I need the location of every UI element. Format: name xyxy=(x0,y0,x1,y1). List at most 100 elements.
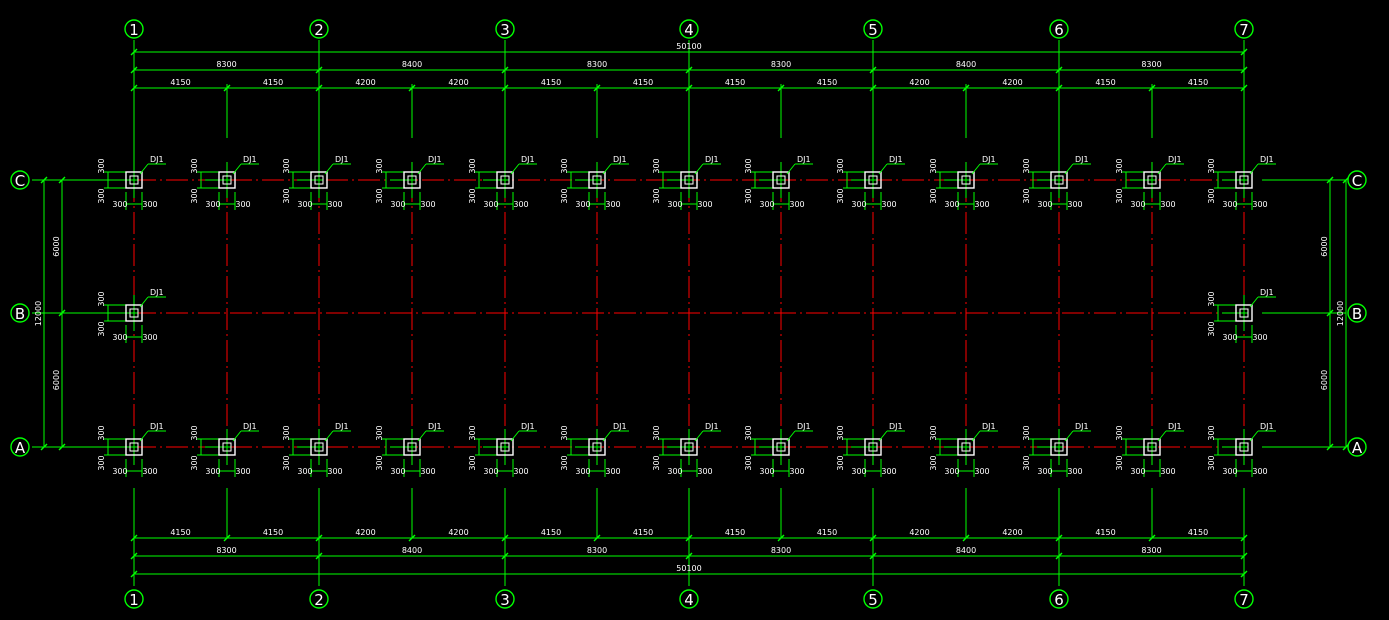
grid-bubble: 1 xyxy=(124,19,144,39)
footing-offset-label: 300 xyxy=(1207,188,1216,203)
footing-offset-label: 300 xyxy=(1115,158,1124,173)
footing-offset-label: 300 xyxy=(1207,455,1216,470)
grid-bubble-label: 4 xyxy=(684,591,694,609)
depth-span-label: 6000 xyxy=(52,236,61,256)
dimension-label: 4200 xyxy=(1002,78,1022,87)
grid-bubble-label: 6 xyxy=(1054,591,1064,609)
footing-offset-label: 300 xyxy=(112,200,127,209)
column-tag-leader xyxy=(1064,430,1074,442)
footing-column: DJ1 300 300 300 300 xyxy=(1022,422,1091,477)
grid-bubble-label: 4 xyxy=(684,21,694,39)
footing-offset-label: 300 xyxy=(468,188,477,203)
dimension-label: 8300 xyxy=(771,546,791,555)
footing-offset-label: 300 xyxy=(697,467,712,476)
footing-column: DJ1 300 300 300 300 xyxy=(929,422,998,477)
footing-offset-label: 300 xyxy=(744,455,753,470)
footing-column: DJ1 300 300 300 300 xyxy=(836,155,905,210)
grid-bubble-label: 2 xyxy=(314,21,324,39)
column-tag-leader xyxy=(1249,296,1259,308)
grid-bubble-label: A xyxy=(1352,439,1363,457)
footing-column: DJ1 300 300 300 300 xyxy=(468,422,537,477)
column-tag-label: DJ1 xyxy=(428,422,442,431)
column-tag-leader xyxy=(971,430,981,442)
column-tag-label: DJ1 xyxy=(889,422,903,431)
grid-bubble: C xyxy=(10,170,30,190)
footing-offset-label: 300 xyxy=(652,188,661,203)
column-tag-label: DJ1 xyxy=(982,422,996,431)
dimension-label: 4150 xyxy=(817,528,837,537)
column-tag-leader xyxy=(324,430,334,442)
footing-offset-label: 300 xyxy=(1115,455,1124,470)
footing-offset-label: 300 xyxy=(97,425,106,440)
dimension-label: 4150 xyxy=(1188,528,1208,537)
overall-depth-label: 12000 xyxy=(34,301,43,326)
footing-column: DJ1 300 300 300 300 xyxy=(744,155,813,210)
footing-offset-label: 300 xyxy=(1222,333,1237,342)
overall-length-label: 50100 xyxy=(676,564,701,573)
footing-offset-label: 300 xyxy=(205,200,220,209)
footing-offset-label: 300 xyxy=(97,188,106,203)
footing-offset-label: 300 xyxy=(282,425,291,440)
footing-offset-label: 300 xyxy=(929,455,938,470)
footing-offset-label: 300 xyxy=(759,200,774,209)
footing-offset-label: 300 xyxy=(944,200,959,209)
footing-offset-label: 300 xyxy=(390,200,405,209)
footing-offset-label: 300 xyxy=(513,200,528,209)
grid-bubble-label: 2 xyxy=(314,591,324,609)
grid-bubble-label: 3 xyxy=(500,591,510,609)
footing-offset-label: 300 xyxy=(667,200,682,209)
column-tag-label: DJ1 xyxy=(1260,288,1274,297)
column-tag-leader xyxy=(602,430,612,442)
grid-bubble-label: 1 xyxy=(129,21,139,39)
footing-offset-label: 300 xyxy=(205,467,220,476)
dimension-label: 4150 xyxy=(725,528,745,537)
footing-column: DJ1 300 300 300 300 xyxy=(1207,288,1276,343)
dimension-label: 4150 xyxy=(1095,78,1115,87)
column-tag-label: DJ1 xyxy=(521,155,535,164)
column-tag-leader xyxy=(510,430,520,442)
footing-offset-label: 300 xyxy=(142,333,157,342)
footing-offset-label: 300 xyxy=(235,467,250,476)
grid-bubble: A xyxy=(1347,437,1367,457)
grid-bubble-label: B xyxy=(1352,305,1362,323)
dimension-label: 4200 xyxy=(1002,528,1022,537)
column-tag-leader xyxy=(1249,163,1259,175)
dimension-label: 8300 xyxy=(587,60,607,69)
column-tag-label: DJ1 xyxy=(243,422,257,431)
dimension-label: 4150 xyxy=(263,528,283,537)
footing-offset-label: 300 xyxy=(282,455,291,470)
footing-offset-label: 300 xyxy=(1207,425,1216,440)
footing-offset-label: 300 xyxy=(575,200,590,209)
grid-bubble: 5 xyxy=(863,589,883,609)
grid-bubble-label: 5 xyxy=(868,591,878,609)
footing-offset-label: 300 xyxy=(190,188,199,203)
column-tag-leader xyxy=(878,430,888,442)
column-tag-label: DJ1 xyxy=(1168,155,1182,164)
column-tag-leader xyxy=(694,163,704,175)
grid-bubble-label: 6 xyxy=(1054,21,1064,39)
column-tag-leader xyxy=(1157,430,1167,442)
grid-bubble: 4 xyxy=(679,589,699,609)
column-tag-label: DJ1 xyxy=(428,155,442,164)
footing-offset-label: 300 xyxy=(190,425,199,440)
footing-offset-label: 300 xyxy=(483,200,498,209)
footing-offset-label: 300 xyxy=(1067,200,1082,209)
footing-column: DJ1 300 300 300 300 xyxy=(560,422,629,477)
column-tag-leader xyxy=(878,163,888,175)
column-tag-label: DJ1 xyxy=(243,155,257,164)
footing-offset-label: 300 xyxy=(190,158,199,173)
grid-bubble-label: C xyxy=(1352,172,1362,190)
footing-offset-label: 300 xyxy=(1207,291,1216,306)
dimension-label: 8400 xyxy=(402,60,422,69)
footing-offset-label: 300 xyxy=(1037,200,1052,209)
grid-bubble: 1 xyxy=(124,589,144,609)
column-tag-label: DJ1 xyxy=(982,155,996,164)
column-tag-leader xyxy=(324,163,334,175)
footing-offset-label: 300 xyxy=(1207,321,1216,336)
dimension-label: 4150 xyxy=(633,528,653,537)
footing-offset-label: 300 xyxy=(1022,188,1031,203)
dimension-label: 8300 xyxy=(771,60,791,69)
footing-offset-label: 300 xyxy=(836,425,845,440)
footing-offset-label: 300 xyxy=(560,188,569,203)
footing-offset-label: 300 xyxy=(652,455,661,470)
